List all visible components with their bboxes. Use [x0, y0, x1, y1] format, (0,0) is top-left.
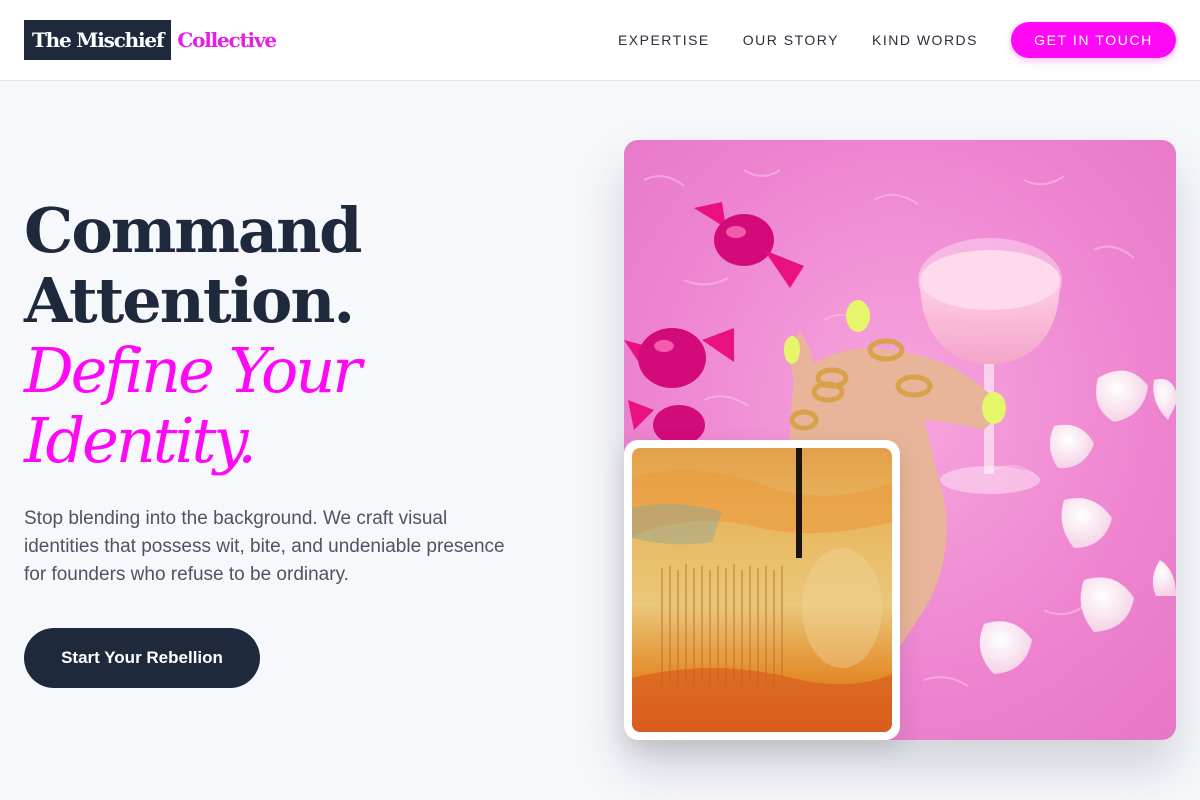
headline-line-1: Command: [24, 194, 363, 267]
nav-link-expertise[interactable]: EXPERTISE: [618, 32, 710, 48]
logo-name-accent: Collective: [177, 28, 277, 52]
start-rebellion-button[interactable]: Start Your Rebellion: [24, 628, 260, 688]
nav-link-kind-words[interactable]: KIND WORDS: [872, 32, 978, 48]
logo-name-box: The Mischief: [24, 20, 172, 60]
hero-headline: Command Attention. Define Your Identity.: [24, 196, 584, 476]
headline-accent-line-2: Identity.: [24, 404, 257, 477]
abstract-painting-image: [632, 448, 892, 732]
brand-logo[interactable]: The Mischief Collective: [24, 20, 277, 60]
hero-subcopy: Stop blending into the background. We cr…: [24, 508, 505, 585]
headline-accent-line-1: Define Your: [24, 334, 362, 407]
headline-line-2: Attention.: [24, 264, 355, 337]
get-in-touch-button[interactable]: GET IN TOUCH: [1011, 22, 1176, 58]
nav-link-our-story[interactable]: OUR STORY: [743, 32, 839, 48]
site-header: The Mischief Collective EXPERTISE OUR ST…: [0, 0, 1200, 81]
inset-image-frame: [632, 448, 892, 732]
main-nav: EXPERTISE OUR STORY KIND WORDS GET IN TO…: [618, 22, 1176, 58]
hero-inset-image: [624, 440, 900, 740]
